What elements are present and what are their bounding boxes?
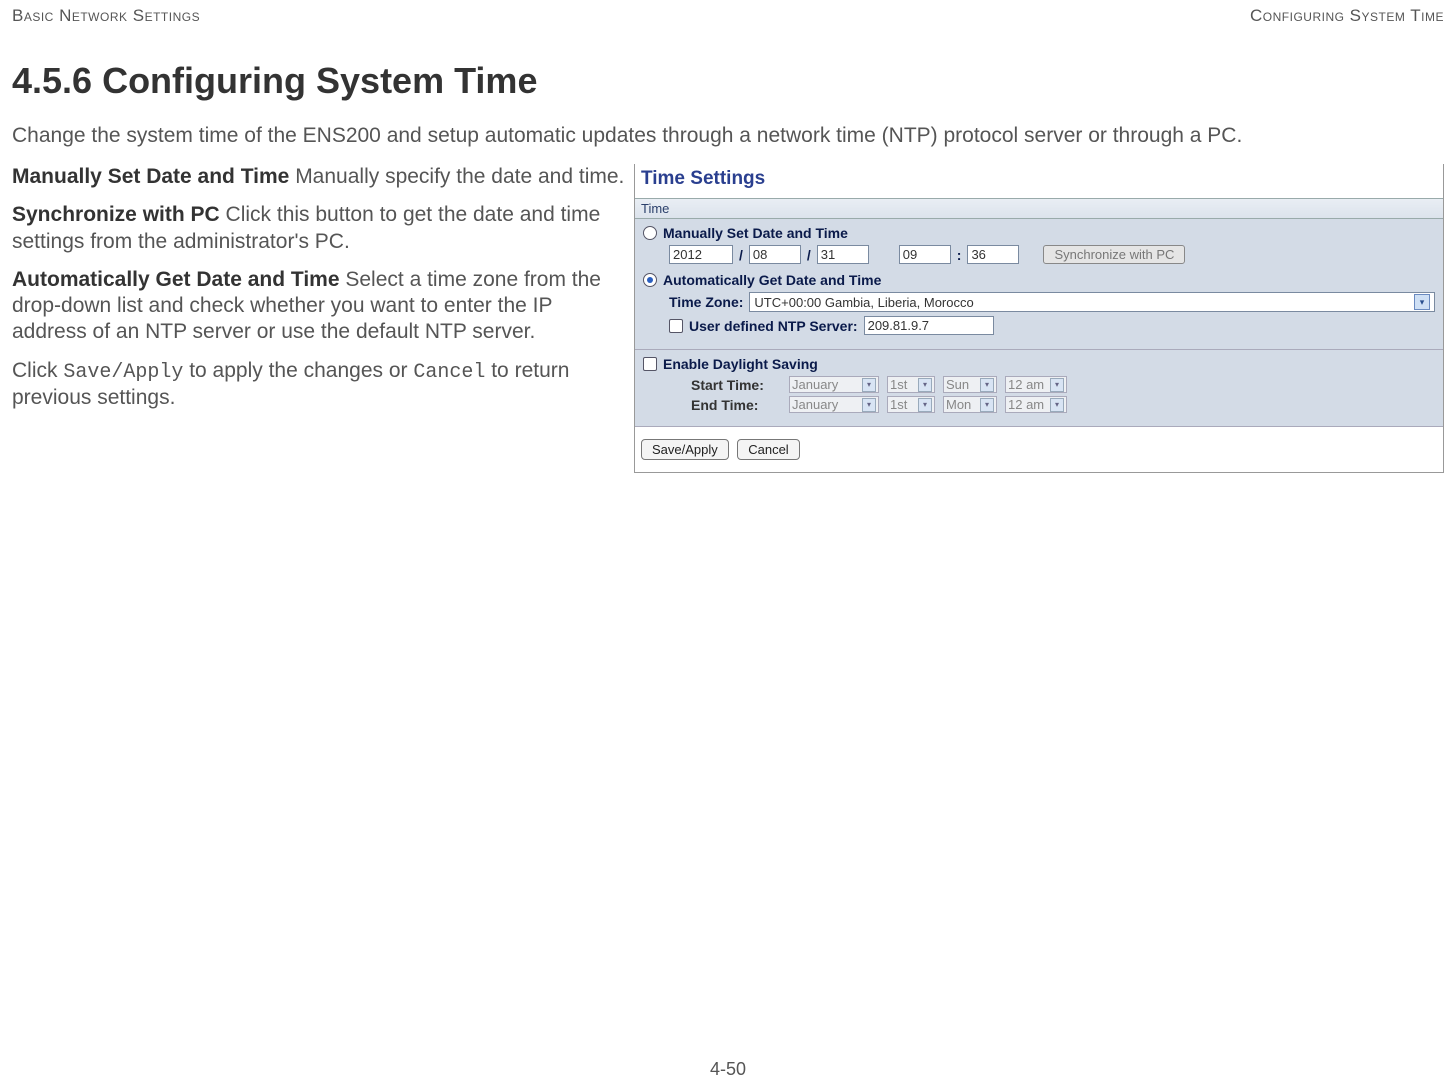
auto-radio-label: Automatically Get Date and Time — [663, 272, 881, 288]
start-month-select[interactable]: January ▾ — [789, 376, 879, 393]
chevron-down-icon: ▾ — [1050, 398, 1064, 412]
time-section-header: Time — [635, 198, 1443, 219]
chevron-down-icon: ▾ — [918, 398, 932, 412]
desc-sync-bold: Synchronize with PC — [12, 203, 220, 226]
desc-manual-bold: Manually Set Date and Time — [12, 165, 289, 188]
ntp-checkbox[interactable] — [669, 319, 683, 333]
end-month-select[interactable]: January ▾ — [789, 396, 879, 413]
timezone-select[interactable]: UTC+00:00 Gambia, Liberia, Morocco ▾ — [749, 292, 1435, 312]
start-dow-select[interactable]: Sun ▾ — [943, 376, 997, 393]
end-hour-value: 12 am — [1008, 397, 1044, 412]
timezone-label: Time Zone: — [669, 294, 743, 310]
sync-pc-button[interactable]: Synchronize with PC — [1043, 245, 1185, 264]
minute-input[interactable] — [967, 245, 1019, 264]
chevron-down-icon: ▾ — [1050, 378, 1064, 392]
desc-click-a: Click — [12, 359, 63, 382]
ntp-label: User defined NTP Server: — [689, 318, 858, 334]
cancel-button[interactable]: Cancel — [737, 439, 799, 460]
hour-input[interactable] — [899, 245, 951, 264]
panel-title: Time Settings — [635, 164, 1443, 198]
manual-radio-label: Manually Set Date and Time — [663, 225, 848, 241]
desc-manual-text: Manually specify the date and time. — [289, 165, 624, 188]
end-dow-value: Mon — [946, 397, 971, 412]
end-hour-select[interactable]: 12 am ▾ — [1005, 396, 1067, 413]
time-settings-panel: Time Settings Time Manually Set Date and… — [634, 164, 1444, 473]
time-sep: : — [957, 247, 962, 263]
start-hour-value: 12 am — [1008, 377, 1044, 392]
year-input[interactable] — [669, 245, 733, 264]
desc-saveapply-mono: Save/Apply — [63, 361, 183, 384]
start-ord-value: 1st — [890, 377, 907, 392]
start-time-label: Start Time: — [691, 377, 781, 393]
date-sep-1: / — [739, 247, 743, 263]
start-hour-select[interactable]: 12 am ▾ — [1005, 376, 1067, 393]
chevron-down-icon: ▾ — [980, 378, 994, 392]
dst-label: Enable Daylight Saving — [663, 356, 818, 372]
description-column: Manually Set Date and Time Manually spec… — [12, 164, 626, 473]
start-dow-value: Sun — [946, 377, 969, 392]
chevron-down-icon: ▾ — [918, 378, 932, 392]
day-input[interactable] — [817, 245, 869, 264]
timezone-value: UTC+00:00 Gambia, Liberia, Morocco — [754, 295, 973, 310]
end-time-label: End Time: — [691, 397, 781, 413]
start-month-value: January — [792, 377, 838, 392]
page-footer: 4-50 — [0, 1059, 1456, 1080]
ntp-server-input[interactable] — [864, 316, 994, 335]
intro-text: Change the system time of the ENS200 and… — [12, 124, 1444, 148]
header-left: Basic Network Settings — [12, 6, 200, 26]
date-sep-2: / — [807, 247, 811, 263]
end-ord-value: 1st — [890, 397, 907, 412]
end-ord-select[interactable]: 1st ▾ — [887, 396, 935, 413]
chevron-down-icon: ▾ — [1414, 294, 1430, 310]
start-ord-select[interactable]: 1st ▾ — [887, 376, 935, 393]
month-input[interactable] — [749, 245, 801, 264]
desc-auto-bold: Automatically Get Date and Time — [12, 268, 340, 291]
chevron-down-icon: ▾ — [980, 398, 994, 412]
chevron-down-icon: ▾ — [862, 378, 876, 392]
desc-cancel-mono: Cancel — [413, 361, 485, 384]
header-right: Configuring System Time — [1250, 6, 1444, 26]
manual-radio[interactable] — [643, 226, 657, 240]
page-title: 4.5.6 Configuring System Time — [12, 60, 1444, 102]
chevron-down-icon: ▾ — [862, 398, 876, 412]
end-dow-select[interactable]: Mon ▾ — [943, 396, 997, 413]
desc-click-b: to apply the changes or — [183, 359, 413, 382]
end-month-value: January — [792, 397, 838, 412]
auto-radio[interactable] — [643, 273, 657, 287]
save-apply-button[interactable]: Save/Apply — [641, 439, 729, 460]
dst-checkbox[interactable] — [643, 357, 657, 371]
